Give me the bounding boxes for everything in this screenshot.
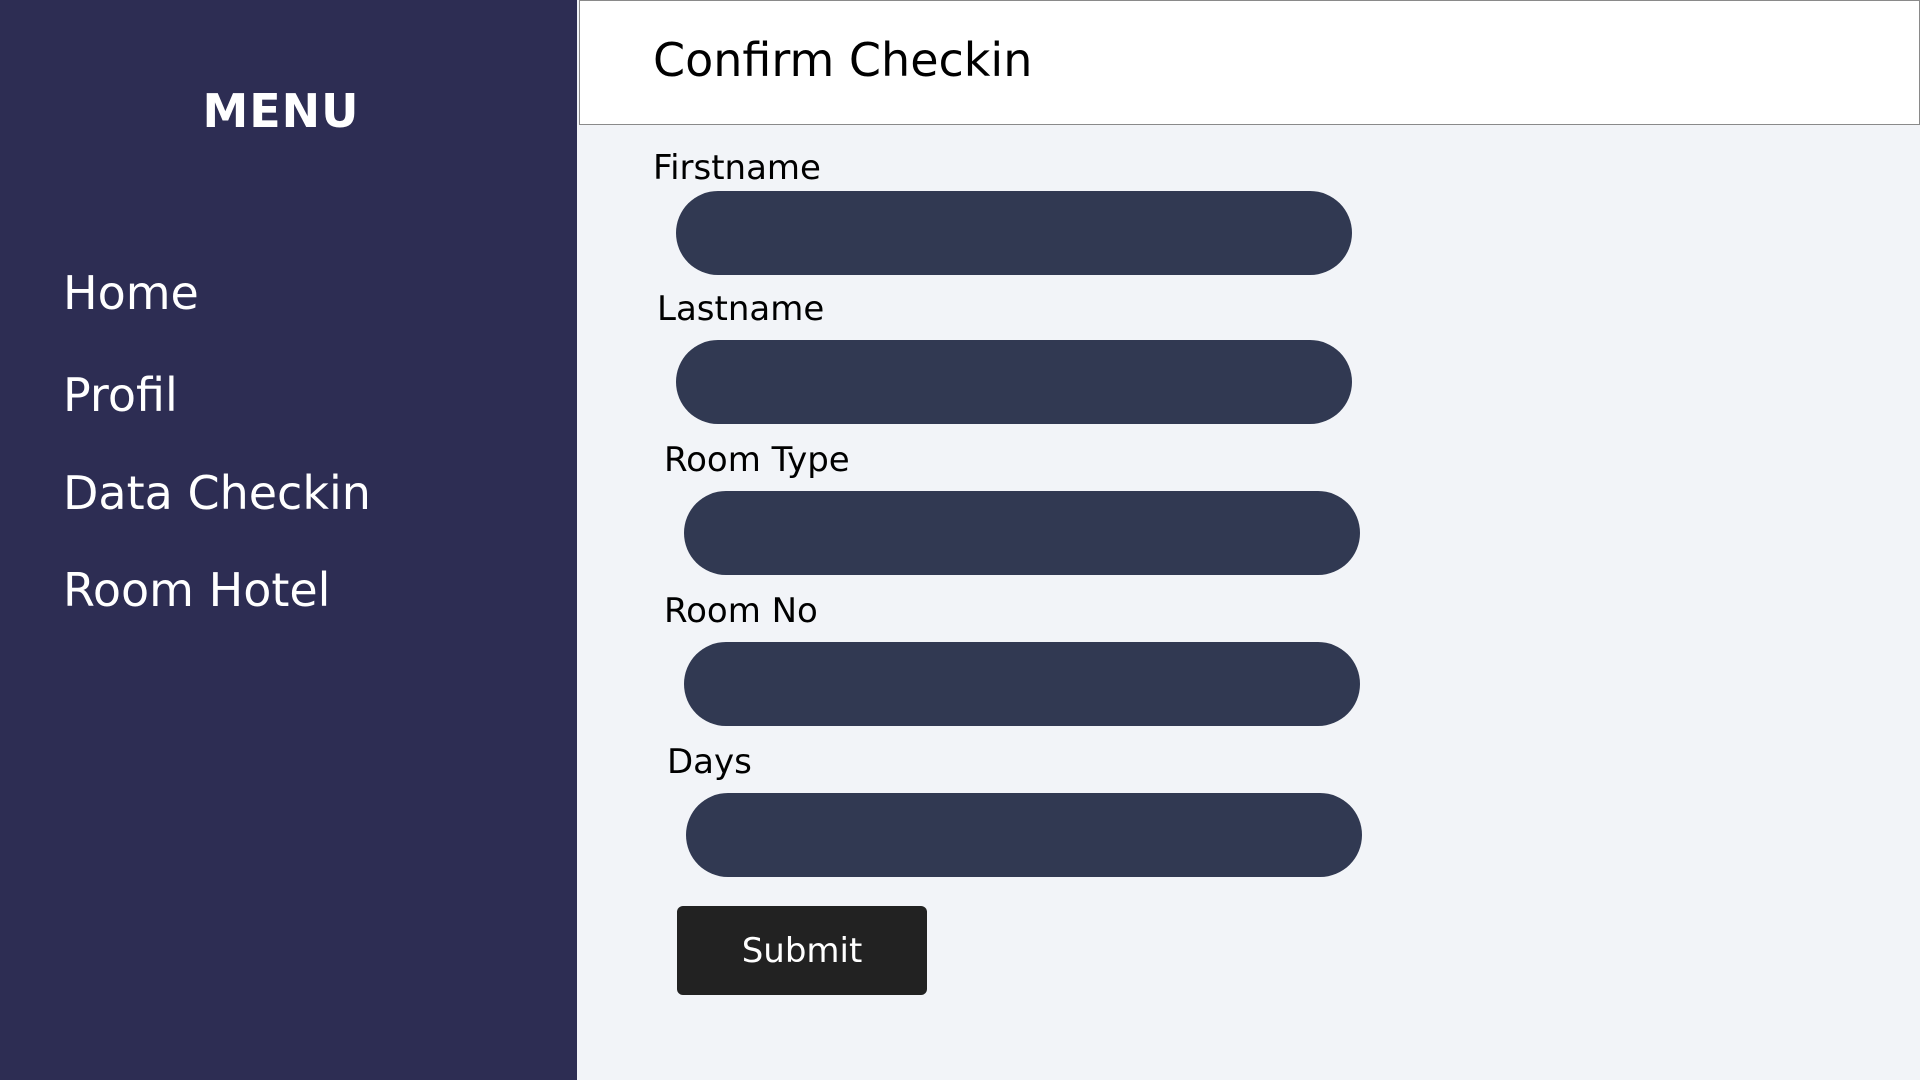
firstname-input[interactable]: [676, 191, 1352, 275]
room-type-label: Room Type: [664, 440, 850, 480]
app-window: MENU Home Profil Data Checkin Room Hotel…: [0, 0, 1920, 1080]
room-no-input[interactable]: [684, 642, 1360, 726]
page-title: Confirm Checkin: [653, 33, 1033, 87]
sidebar-item-data-checkin[interactable]: Data Checkin: [63, 466, 371, 520]
firstname-label: Firstname: [653, 148, 821, 188]
sidebar-item-profil[interactable]: Profil: [63, 368, 178, 422]
sidebar-item-room-hotel[interactable]: Room Hotel: [63, 563, 330, 617]
menu-title: MENU: [202, 84, 360, 138]
page-header: Confirm Checkin: [579, 0, 1920, 125]
lastname-input[interactable]: [676, 340, 1352, 424]
sidebar-item-home[interactable]: Home: [63, 266, 199, 320]
days-input[interactable]: [686, 793, 1362, 877]
room-no-label: Room No: [664, 591, 818, 631]
sidebar: MENU Home Profil Data Checkin Room Hotel: [0, 0, 577, 1080]
room-type-input[interactable]: [684, 491, 1360, 575]
days-label: Days: [667, 742, 752, 782]
submit-button[interactable]: Submit: [677, 906, 927, 995]
lastname-label: Lastname: [657, 289, 825, 329]
